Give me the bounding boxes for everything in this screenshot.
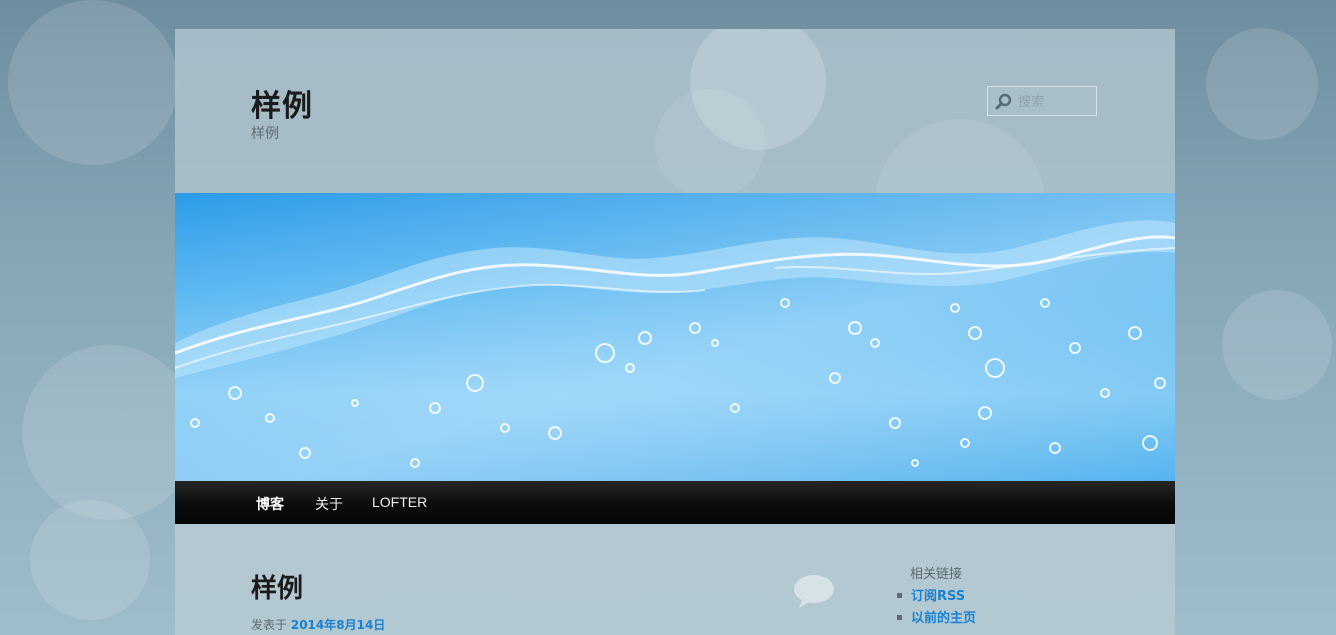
- nav-item-about[interactable]: 关于: [315, 494, 343, 514]
- nav-item-lofter[interactable]: LOFTER: [372, 494, 427, 510]
- old-homepage-link[interactable]: 以前的主页: [911, 611, 976, 626]
- bokeh-decoration: [1222, 290, 1332, 400]
- square-bullet-icon: [897, 593, 902, 598]
- post-title[interactable]: 样例: [251, 568, 303, 605]
- site-description: 样例: [251, 126, 279, 142]
- site-title[interactable]: 样例: [251, 81, 313, 125]
- header-banner-image: [175, 193, 1175, 481]
- bokeh-decoration: [30, 500, 150, 620]
- search-icon: [995, 93, 1012, 110]
- square-bullet-icon: [897, 615, 902, 620]
- content-area: 样例 发表于 2014年8月14日 相关链接 订阅RSS 以前的主页: [175, 524, 1175, 635]
- search-field[interactable]: [987, 86, 1097, 116]
- search-input[interactable]: [1016, 91, 1096, 113]
- post-date-link[interactable]: 2014年8月14日: [291, 618, 385, 632]
- bokeh-decoration: [690, 29, 826, 150]
- post-meta: 发表于 2014年8月14日: [251, 616, 385, 633]
- bokeh-decoration: [8, 0, 178, 165]
- bokeh-decoration: [1206, 28, 1318, 140]
- nav-item-blog[interactable]: 博客: [256, 494, 284, 514]
- main-navigation: 博客 关于 LOFTER: [175, 481, 1175, 524]
- links-widget-list: 订阅RSS 以前的主页: [895, 584, 976, 628]
- list-item: 以前的主页: [895, 606, 976, 628]
- rss-link[interactable]: 订阅RSS: [911, 589, 965, 604]
- water-splash-image: [175, 193, 1175, 481]
- bokeh-decoration: [22, 345, 197, 520]
- widget-title: 相关链接: [910, 567, 963, 582]
- page-container: 样例 样例 搜索 博客 关于 LOFTER 样例 发表于 2014年8月14日 …: [175, 29, 1175, 635]
- speech-bubble-icon[interactable]: [793, 574, 835, 610]
- post-meta-prefix: 发表于: [251, 618, 288, 632]
- bokeh-decoration: [655, 89, 765, 199]
- list-item: 订阅RSS: [895, 584, 976, 606]
